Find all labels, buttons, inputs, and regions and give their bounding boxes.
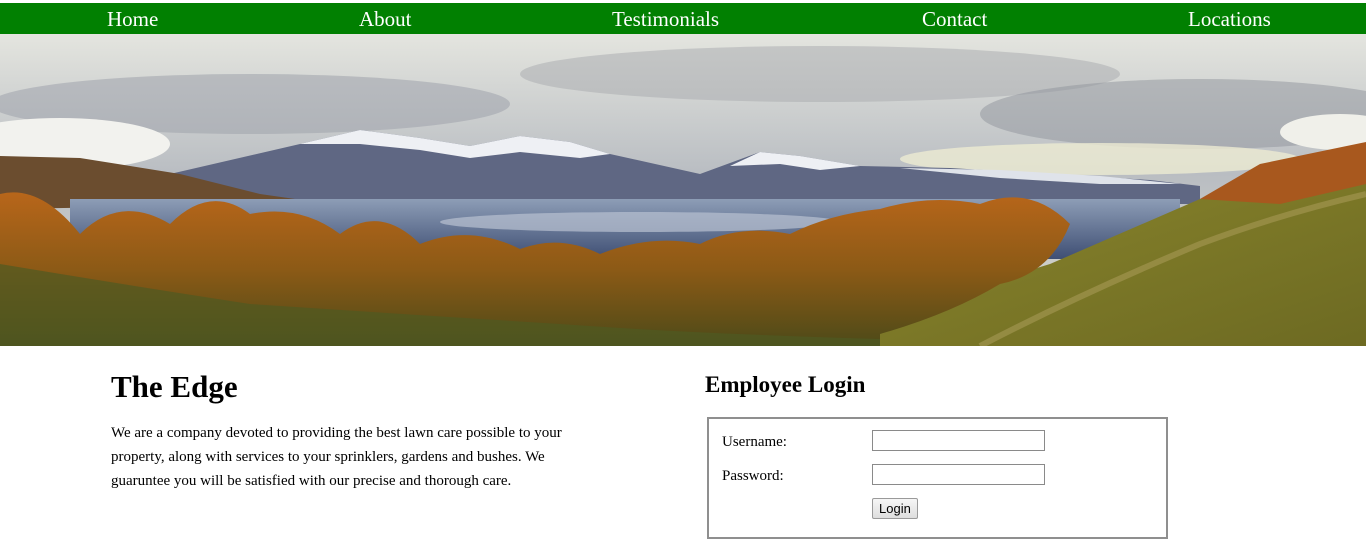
page-title: The Edge — [111, 369, 238, 404]
company-description: We are a company devoted to providing th… — [111, 425, 562, 489]
hero-banner-image — [0, 34, 1366, 346]
login-form: Username: Password: Login — [707, 417, 1168, 539]
username-input[interactable] — [872, 430, 1045, 451]
login-button[interactable]: Login — [872, 498, 918, 519]
username-label: Username: — [722, 434, 787, 450]
password-label: Password: — [722, 468, 784, 484]
nav-link-testimonials[interactable]: Testimonials — [612, 6, 719, 32]
nav-link-contact[interactable]: Contact — [922, 6, 987, 32]
top-nav: Home About Testimonials Contact Location… — [0, 3, 1366, 34]
nav-link-about[interactable]: About — [359, 6, 412, 32]
landscape-photo — [0, 34, 1366, 346]
login-title: Employee Login — [705, 372, 866, 397]
nav-link-locations[interactable]: Locations — [1188, 6, 1271, 32]
password-input[interactable] — [872, 464, 1045, 485]
nav-link-home[interactable]: Home — [107, 6, 158, 32]
